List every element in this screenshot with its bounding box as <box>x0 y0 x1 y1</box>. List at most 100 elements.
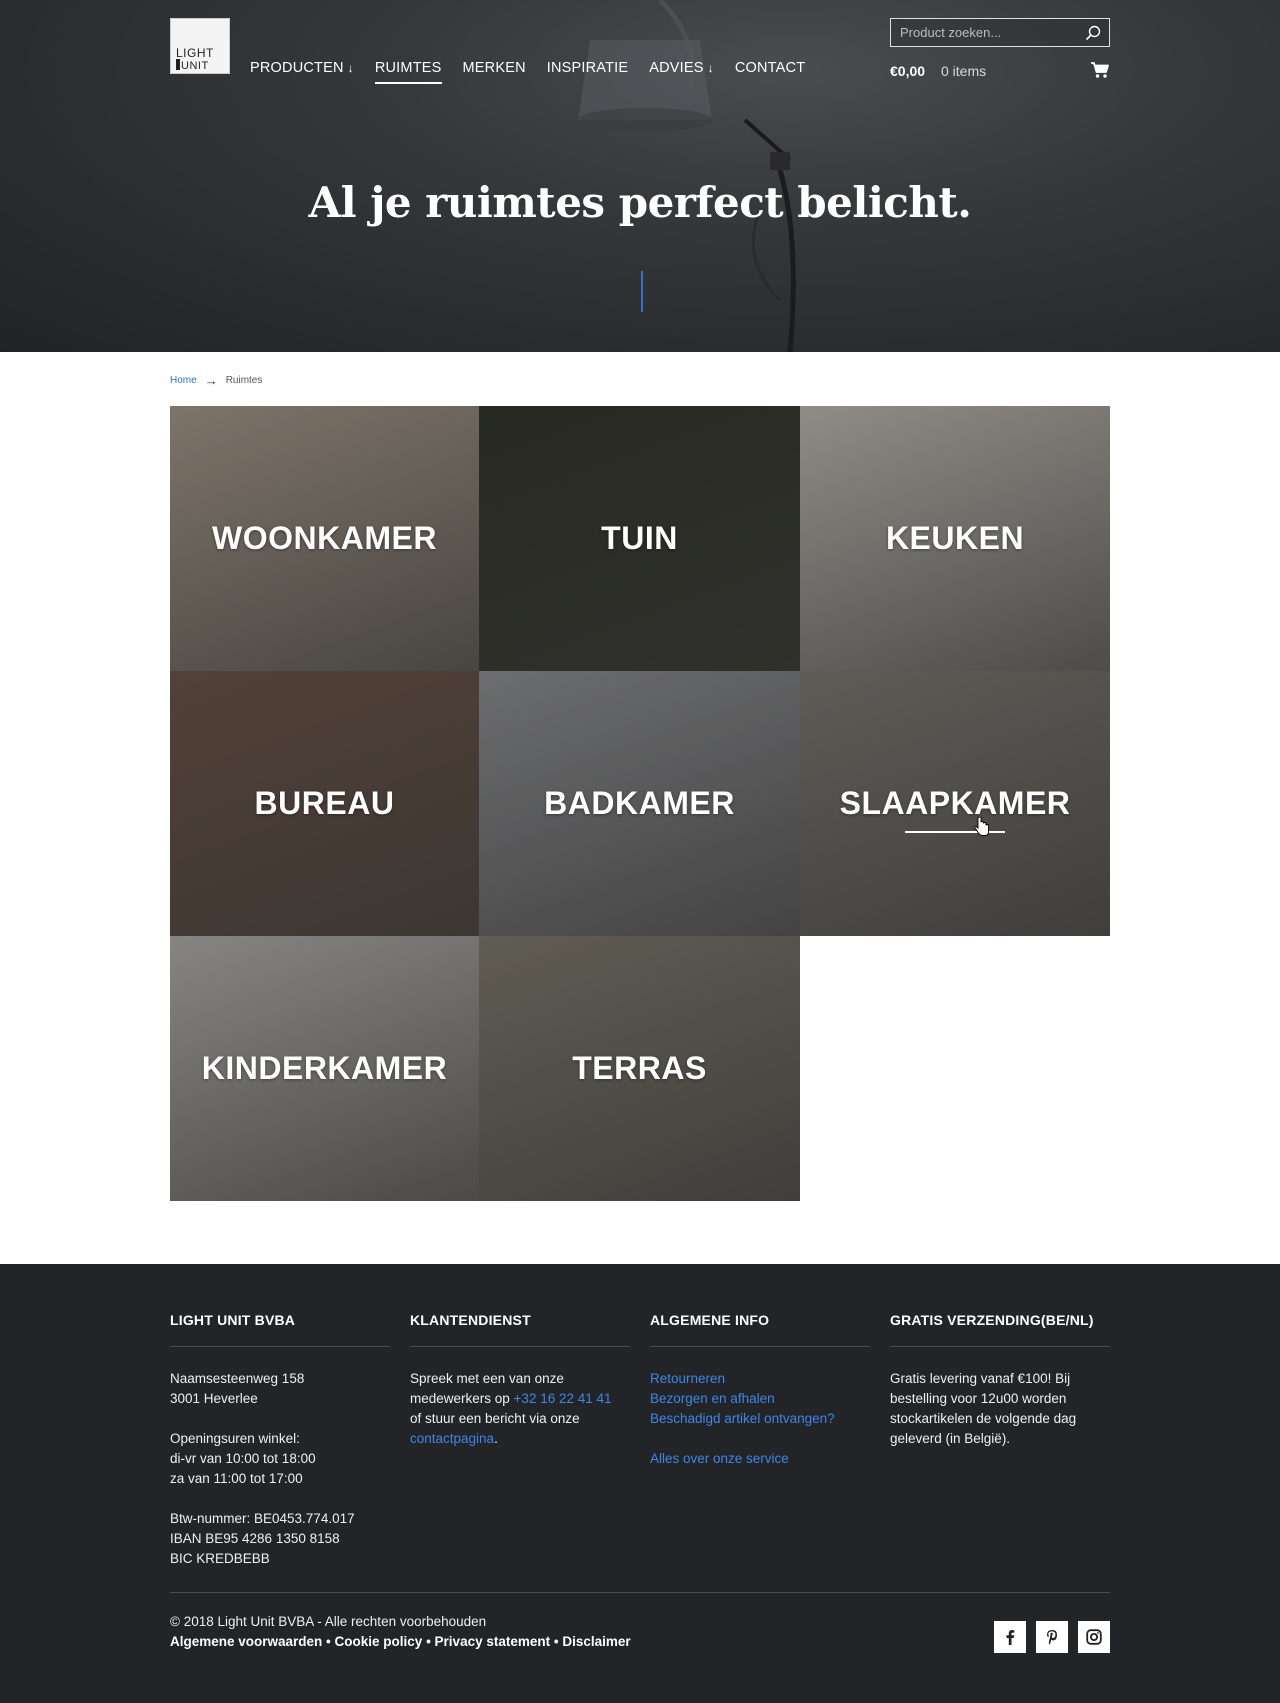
search-icon[interactable] <box>1085 25 1101 41</box>
hours-line: za van 11:00 tot 17:00 <box>170 1471 303 1486</box>
logo[interactable]: LIGHT UNIT <box>170 18 230 74</box>
divider <box>170 1346 390 1347</box>
iban: IBAN BE95 4286 1350 8158 <box>170 1531 340 1546</box>
delivery-link[interactable]: Bezorgen en afhalen <box>650 1391 775 1406</box>
service-text: Spreek met een van onze <box>410 1371 564 1386</box>
phone-link[interactable]: +32 16 22 41 41 <box>514 1391 612 1406</box>
nav-contact[interactable]: CONTACT <box>735 60 805 84</box>
room-tile-kinderkamer[interactable]: KINDERKAMER <box>170 936 479 1201</box>
room-label: TUIN <box>601 520 678 556</box>
breadcrumb: Home → Ruimtes <box>170 373 262 388</box>
address-line: 3001 Heverlee <box>170 1391 258 1406</box>
nav-label: ADVIES <box>649 60 704 76</box>
separator: • <box>550 1634 563 1649</box>
period: . <box>494 1431 498 1446</box>
divider <box>890 1346 1110 1347</box>
hero-accent-line <box>641 271 643 312</box>
footer-company: LIGHT UNIT BVBA Naamsesteenweg 158 3001 … <box>170 1312 390 1569</box>
cart-icon[interactable] <box>1090 61 1110 79</box>
legal-links: Algemene voorwaarden • Cookie policy • P… <box>170 1634 631 1649</box>
room-tile-bureau[interactable]: BUREAU <box>170 671 479 936</box>
service-link[interactable]: Alles over onze service <box>650 1451 789 1466</box>
facebook-button[interactable] <box>994 1621 1026 1653</box>
service-text: contactpagina. <box>410 1429 630 1449</box>
service-text-part: medewerkers op <box>410 1391 514 1406</box>
room-label: BADKAMER <box>544 785 735 821</box>
footer-general-info: ALGEMENE INFO Retourneren Bezorgen en af… <box>650 1312 870 1469</box>
address-line: Naamsesteenweg 158 <box>170 1371 305 1386</box>
arrow-right-icon: → <box>204 373 218 388</box>
footer-heading: ALGEMENE INFO <box>650 1312 770 1328</box>
footer-heading: KLANTENDIENST <box>410 1312 531 1328</box>
returns-link[interactable]: Retourneren <box>650 1371 725 1386</box>
nav-advies[interactable]: ADVIES ↓ <box>649 60 714 84</box>
nav-label: PRODUCTEN <box>250 60 344 76</box>
search-input[interactable] <box>891 19 1076 46</box>
vat-number: Btw-nummer: BE0453.774.017 <box>170 1511 355 1526</box>
rooms-grid: WOONKAMER TUIN KEUKEN BUREAU BADKAMER SL… <box>170 406 1110 1201</box>
nav-inspiratie[interactable]: INSPIRATIE <box>547 60 629 84</box>
service-text: medewerkers op +32 16 22 41 41 <box>410 1389 630 1409</box>
room-label: KEUKEN <box>885 520 1025 556</box>
svg-text:LIGHT: LIGHT <box>176 46 214 60</box>
room-label: TERRAS <box>572 1050 707 1086</box>
nav-label: CONTACT <box>734 60 806 76</box>
pinterest-button[interactable] <box>1036 1621 1068 1653</box>
hero-title: Al je ruimtes perfect belicht. <box>308 178 972 227</box>
room-tile-terras[interactable]: TERRAS <box>479 936 800 1201</box>
cookie-policy-link[interactable]: Cookie policy <box>335 1634 423 1649</box>
main-nav: PRODUCTEN ↓ RUIMTES MERKEN INSPIRATIE ADV… <box>250 60 805 84</box>
hero-banner: LIGHT UNIT PRODUCTEN ↓ RUIMTES MERKEN INS… <box>0 0 1280 352</box>
room-label: BUREAU <box>254 785 395 821</box>
breadcrumb-current: Ruimtes <box>225 375 263 386</box>
divider <box>410 1346 630 1347</box>
divider <box>170 1592 1110 1593</box>
footer-heading: GRATIS VERZENDING(BE/NL) <box>890 1312 1094 1328</box>
footer-free-shipping: GRATIS VERZENDING(BE/NL) Gratis levering… <box>890 1312 1110 1449</box>
nav-merken[interactable]: MERKEN <box>463 60 526 84</box>
hover-underline <box>905 831 1005 833</box>
divider <box>650 1346 870 1347</box>
nav-label: INSPIRATIE <box>546 60 629 76</box>
privacy-link[interactable]: Privacy statement <box>435 1634 551 1649</box>
nav-ruimtes[interactable]: RUIMTES <box>374 60 442 84</box>
nav-label: MERKEN <box>462 60 526 76</box>
facebook-icon <box>1006 1630 1015 1645</box>
logo-mark: LIGHT UNIT <box>176 46 214 71</box>
separator: • <box>322 1634 335 1649</box>
bic: BIC KREDBEBB <box>170 1551 270 1566</box>
arrow-down-icon: ↓ <box>707 61 714 75</box>
arrow-down-icon: ↓ <box>347 61 354 75</box>
disclaimer-link[interactable]: Disclaimer <box>562 1634 630 1649</box>
footer-customer-service: KLANTENDIENST Spreek met een van onze me… <box>410 1312 630 1449</box>
shipping-text: bestelling voor 12u00 worden <box>890 1391 1067 1406</box>
cart-total[interactable]: €0,00 <box>890 63 925 79</box>
room-tile-tuin[interactable]: TUIN <box>479 406 800 671</box>
terms-link[interactable]: Algemene voorwaarden <box>170 1634 322 1649</box>
hours-line: di-vr van 10:00 tot 18:00 <box>170 1451 316 1466</box>
nav-label: RUIMTES <box>374 60 442 76</box>
site-footer: LIGHT UNIT BVBA Naamsesteenweg 158 3001 … <box>0 1264 1280 1703</box>
breadcrumb-home-link[interactable]: Home <box>170 375 197 386</box>
room-tile-woonkamer[interactable]: WOONKAMER <box>170 406 479 671</box>
service-text: of stuur een bericht via onze <box>410 1411 580 1426</box>
shipping-text: geleverd (in België). <box>890 1431 1011 1446</box>
copyright: © 2018 Light Unit BVBA - Alle rechten vo… <box>170 1614 487 1629</box>
room-label: KINDERKAMER <box>201 1050 448 1086</box>
room-tile-keuken[interactable]: KEUKEN <box>800 406 1110 671</box>
footer-heading: LIGHT UNIT BVBA <box>170 1312 296 1328</box>
room-tile-badkamer[interactable]: BADKAMER <box>479 671 800 936</box>
svg-text:UNIT: UNIT <box>181 60 209 71</box>
damaged-item-link[interactable]: Beschadigd artikel ontvangen? <box>650 1411 835 1426</box>
shipping-text: stockartikelen de volgende dag <box>890 1411 1077 1426</box>
instagram-button[interactable] <box>1078 1621 1110 1653</box>
cart-items-count[interactable]: 0 items <box>941 63 986 79</box>
room-label: SLAAPKAMER <box>839 785 1071 821</box>
separator: • <box>422 1634 435 1649</box>
room-tile-slaapkamer[interactable]: SLAAPKAMER <box>800 671 1110 936</box>
contact-page-link[interactable]: contactpagina <box>410 1431 494 1446</box>
instagram-icon <box>1086 1629 1102 1645</box>
nav-producten[interactable]: PRODUCTEN ↓ <box>250 60 354 84</box>
room-label: WOONKAMER <box>212 520 437 556</box>
product-search <box>890 18 1110 47</box>
